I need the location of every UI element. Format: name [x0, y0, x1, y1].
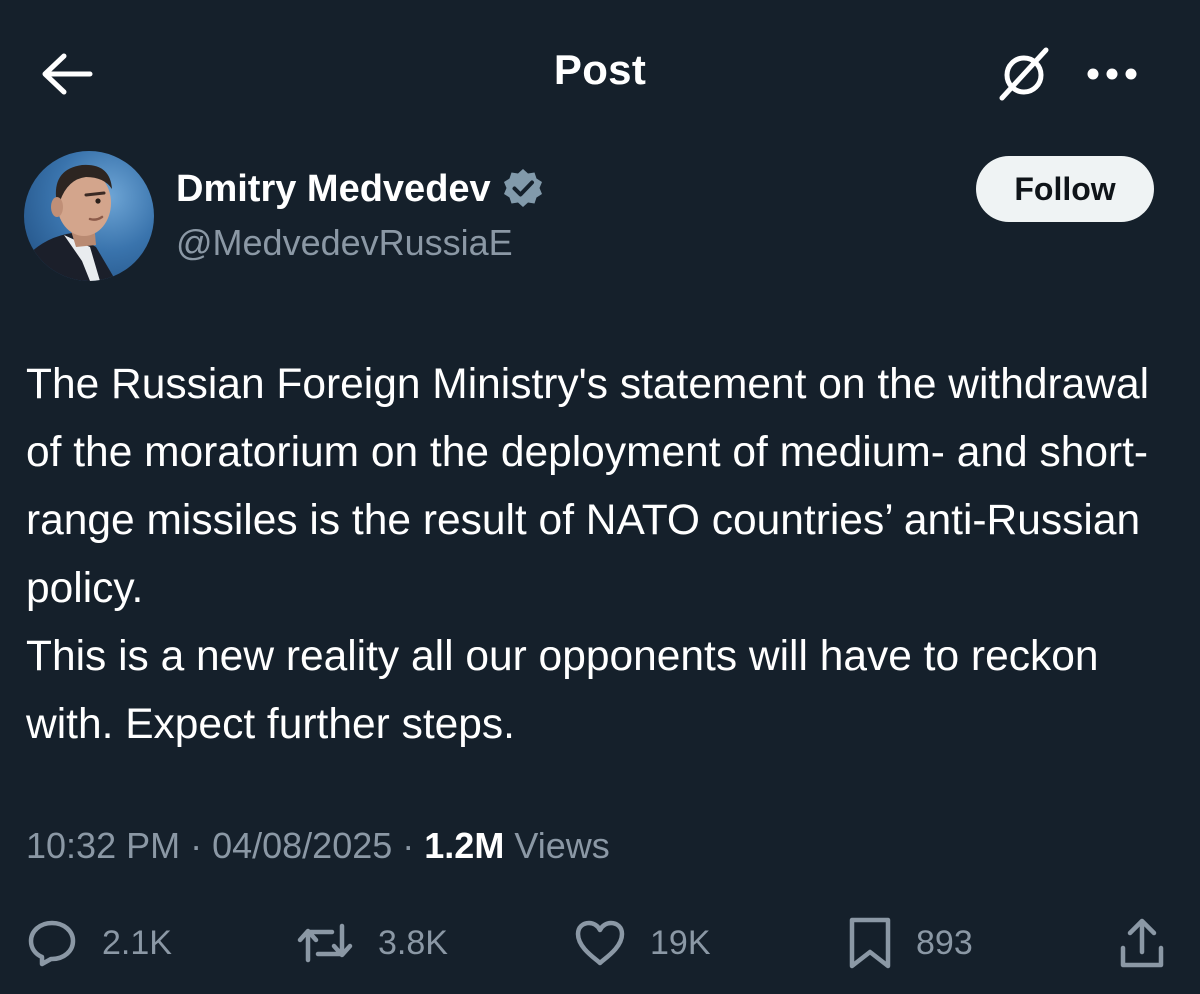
- meta-separator: ·: [392, 825, 425, 866]
- reply-icon: [28, 920, 76, 967]
- post-paragraph: The Russian Foreign Ministry's statement…: [26, 361, 1150, 612]
- avatar[interactable]: [24, 151, 154, 281]
- author-name-row: Dmitry Medvedev: [176, 164, 545, 214]
- post-text: The Russian Foreign Ministry's statement…: [26, 351, 1176, 759]
- grok-icon: [999, 47, 1049, 101]
- post-date[interactable]: 04/08/2025: [212, 825, 392, 867]
- reply-button[interactable]: 2.1K: [26, 910, 172, 976]
- more-options-button[interactable]: [1080, 48, 1144, 100]
- follow-button[interactable]: Follow: [976, 156, 1154, 222]
- post-time[interactable]: 10:32 PM: [26, 825, 180, 867]
- repost-icon: [297, 923, 353, 963]
- views-label[interactable]: Views: [504, 825, 609, 867]
- author-display-name[interactable]: Dmitry Medvedev: [176, 168, 491, 211]
- meta-separator: ·: [180, 825, 213, 866]
- post-paragraph: This is a new reality all our opponents …: [26, 633, 1099, 748]
- reply-count: 2.1K: [102, 923, 172, 962]
- bookmark-icon: [849, 917, 891, 969]
- share-button[interactable]: [1118, 910, 1166, 976]
- post-metadata: 10:32 PM · 04/08/2025 · 1.2M Views: [26, 818, 610, 874]
- more-horizontal-icon: [1087, 68, 1137, 80]
- heart-icon: [575, 920, 625, 966]
- like-button[interactable]: 19K: [574, 910, 711, 976]
- views-count[interactable]: 1.2M: [424, 825, 504, 867]
- bookmark-button[interactable]: 893: [848, 910, 973, 976]
- bookmark-count: 893: [916, 923, 973, 962]
- grok-button[interactable]: [992, 42, 1056, 106]
- like-count: 19K: [650, 923, 711, 962]
- action-bar: 2.1K 3.8K 19K 893: [0, 910, 1200, 976]
- top-bar: Post: [0, 0, 1200, 140]
- verified-badge-icon[interactable]: [501, 167, 545, 211]
- author-handle[interactable]: @MedvedevRussiaE: [176, 222, 513, 264]
- avatar-image: [24, 164, 116, 281]
- repost-button[interactable]: 3.8K: [296, 910, 448, 976]
- repost-count: 3.8K: [378, 923, 448, 962]
- share-icon: [1120, 918, 1164, 968]
